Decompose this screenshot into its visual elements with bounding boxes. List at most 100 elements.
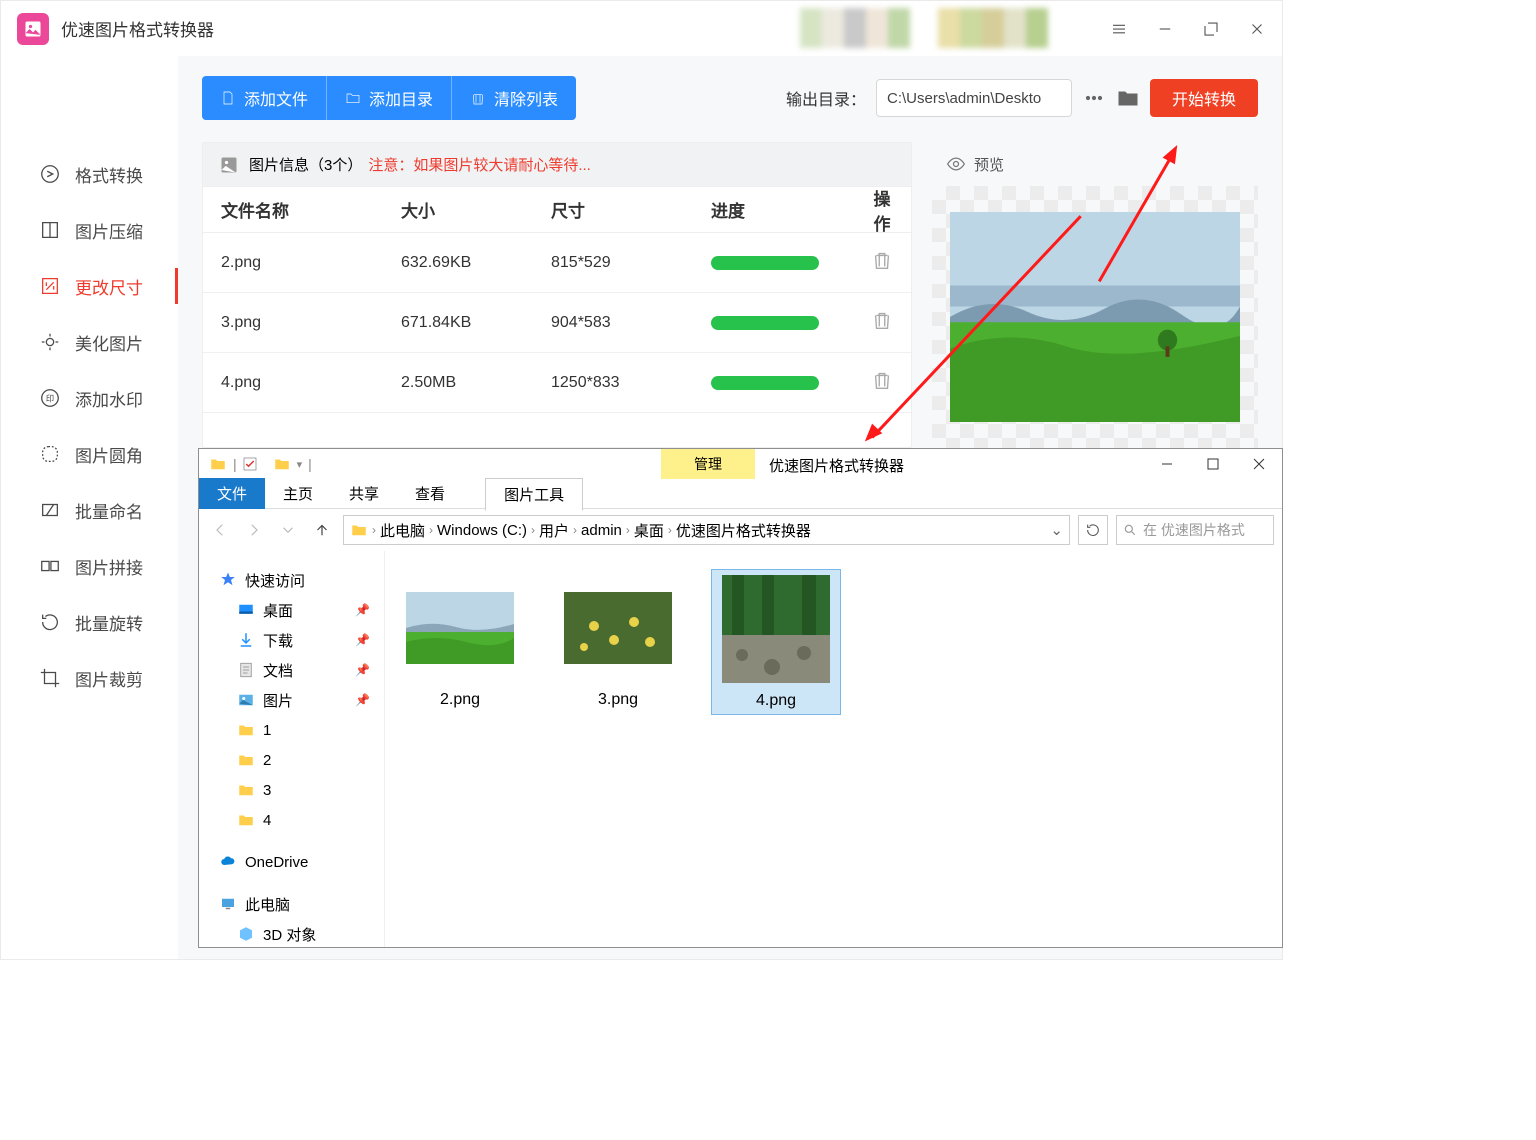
search-input[interactable]: 在 优速图片格式 xyxy=(1116,515,1274,545)
crumb[interactable]: Windows (C:) xyxy=(437,522,527,539)
tree-folder[interactable]: 2 xyxy=(219,745,384,775)
cell-op xyxy=(871,369,893,396)
trash-icon[interactable] xyxy=(871,309,893,331)
sidebar-item-watermark[interactable]: 印添加水印 xyxy=(1,370,178,426)
add-dir-button[interactable]: 添加目录 xyxy=(326,76,451,120)
file-item[interactable]: 3.png xyxy=(553,569,683,713)
table-row[interactable]: 2.png 632.69KB 815*529 xyxy=(203,233,911,293)
table-info: 图片信息（3个） xyxy=(249,154,362,175)
crumb[interactable]: 优速图片格式转换器 xyxy=(676,520,811,541)
start-button[interactable]: 开始转换 xyxy=(1150,79,1258,117)
up-icon[interactable] xyxy=(309,517,335,543)
tree-label: OneDrive xyxy=(245,854,308,871)
open-folder-icon[interactable] xyxy=(1116,86,1140,110)
tree-label: 3 xyxy=(263,782,271,799)
tree-folder[interactable]: 3 xyxy=(219,775,384,805)
sidebar-item-compress[interactable]: 图片压缩 xyxy=(1,202,178,258)
manage-tab[interactable]: 管理 xyxy=(661,449,755,479)
sidebar-item-rename[interactable]: 批量命名 xyxy=(1,482,178,538)
folder-icon[interactable] xyxy=(273,455,291,473)
close-icon[interactable] xyxy=(1248,20,1266,38)
ex-maximize-icon[interactable] xyxy=(1190,449,1236,479)
ribbon-picture-tools[interactable]: 图片工具 xyxy=(485,478,583,511)
sidebar-item-resize[interactable]: 更改尺寸 xyxy=(1,258,178,314)
trash-icon[interactable] xyxy=(871,249,893,271)
convert-icon xyxy=(39,163,61,185)
maximize-icon[interactable] xyxy=(1202,20,1220,38)
crumb[interactable]: 桌面 xyxy=(634,520,664,541)
tree-desktop[interactable]: 桌面📌 xyxy=(219,595,384,625)
tree-label: 4 xyxy=(263,812,271,829)
file-grid: 2.png 3.png 4.png xyxy=(385,551,1282,947)
file-item[interactable]: 2.png xyxy=(395,569,525,713)
ribbon-share[interactable]: 共享 xyxy=(331,478,397,509)
btn-label: 清除列表 xyxy=(494,86,558,110)
forward-icon[interactable] xyxy=(241,517,267,543)
cell-op xyxy=(871,309,893,336)
crumb[interactable]: 用户 xyxy=(539,520,569,541)
tree-onedrive[interactable]: OneDrive xyxy=(219,847,384,877)
tree-3d[interactable]: 3D 对象 xyxy=(219,919,384,947)
table-row[interactable]: 4.png 2.50MB 1250*833 xyxy=(203,353,911,413)
file-item[interactable]: 4.png xyxy=(711,569,841,715)
cell-dim: 904*583 xyxy=(551,314,711,332)
resize-icon xyxy=(39,275,61,297)
refresh-icon[interactable] xyxy=(1078,515,1108,545)
tree-pics[interactable]: 图片📌 xyxy=(219,685,384,715)
titlebar: 优速图片格式转换器 xyxy=(1,1,1282,56)
rotate-icon xyxy=(39,611,61,633)
sidebar-item-label: 格式转换 xyxy=(75,162,143,187)
tree-folder[interactable]: 4 xyxy=(219,805,384,835)
add-file-button[interactable]: 添加文件 xyxy=(202,76,326,120)
menu-icon[interactable] xyxy=(1110,20,1128,38)
chevron-down-icon[interactable]: ⌄ xyxy=(1050,521,1063,539)
tree-download[interactable]: 下载📌 xyxy=(219,625,384,655)
cell-name: 3.png xyxy=(221,314,401,332)
ribbon-view[interactable]: 查看 xyxy=(397,478,463,509)
sidebar-item-round[interactable]: 图片圆角 xyxy=(1,426,178,482)
tree-quick-access[interactable]: 快速访问 xyxy=(219,565,384,595)
sidebar: 格式转换 图片压缩 更改尺寸 美化图片 印添加水印 图片圆角 批量命名 图片拼接… xyxy=(1,56,178,959)
sidebar-item-merge[interactable]: 图片拼接 xyxy=(1,538,178,594)
svg-text:印: 印 xyxy=(46,394,54,404)
tree-docs[interactable]: 文档📌 xyxy=(219,655,384,685)
rename-icon xyxy=(39,499,61,521)
toolbar: 添加文件 添加目录 清除列表 输出目录： 开始转换 xyxy=(202,76,1258,120)
tree-label: 文档 xyxy=(263,660,293,681)
crumb[interactable]: 此电脑 xyxy=(380,520,425,541)
sidebar-item-beautify[interactable]: 美化图片 xyxy=(1,314,178,370)
clear-button[interactable]: 清除列表 xyxy=(451,76,576,120)
crumb[interactable]: admin xyxy=(581,522,622,539)
tree-folder[interactable]: 1 xyxy=(219,715,384,745)
minimize-icon[interactable] xyxy=(1156,20,1174,38)
search-placeholder: 在 优速图片格式 xyxy=(1143,520,1245,540)
breadcrumb[interactable]: › 此电脑› Windows (C:)› 用户› admin› 桌面› 优速图片… xyxy=(343,515,1070,545)
tree-label: 快速访问 xyxy=(245,570,305,591)
sidebar-item-label: 批量旋转 xyxy=(75,610,143,635)
check-icon[interactable] xyxy=(241,455,259,473)
cell-prog xyxy=(711,256,871,270)
back-icon[interactable] xyxy=(207,517,233,543)
cell-dim: 815*529 xyxy=(551,254,711,272)
more-icon[interactable] xyxy=(1082,86,1106,110)
sidebar-item-format[interactable]: 格式转换 xyxy=(1,146,178,202)
tree-label: 3D 对象 xyxy=(263,924,316,945)
tree-thispc[interactable]: 此电脑 xyxy=(219,889,384,919)
ex-minimize-icon[interactable] xyxy=(1144,449,1190,479)
output-dir-input[interactable] xyxy=(876,79,1072,117)
btn-label: 添加目录 xyxy=(369,86,433,110)
progress-bar xyxy=(711,316,819,330)
app-title: 优速图片格式转换器 xyxy=(61,16,214,41)
ex-close-icon[interactable] xyxy=(1236,449,1282,479)
trash-icon[interactable] xyxy=(871,369,893,391)
sidebar-item-rotate[interactable]: 批量旋转 xyxy=(1,594,178,650)
ribbon-home[interactable]: 主页 xyxy=(265,478,331,509)
ribbon-file[interactable]: 文件 xyxy=(199,478,265,509)
file-name: 4.png xyxy=(756,692,796,710)
sidebar-item-label: 批量命名 xyxy=(75,498,143,523)
table-row[interactable]: 3.png 671.84KB 904*583 xyxy=(203,293,911,353)
file-table: 图片信息（3个） 注意：如果图片较大请耐心等待... 文件名称 大小 尺寸 进度… xyxy=(202,142,912,448)
sidebar-item-crop[interactable]: 图片裁剪 xyxy=(1,650,178,706)
col-size: 大小 xyxy=(401,197,551,222)
history-icon[interactable] xyxy=(275,517,301,543)
